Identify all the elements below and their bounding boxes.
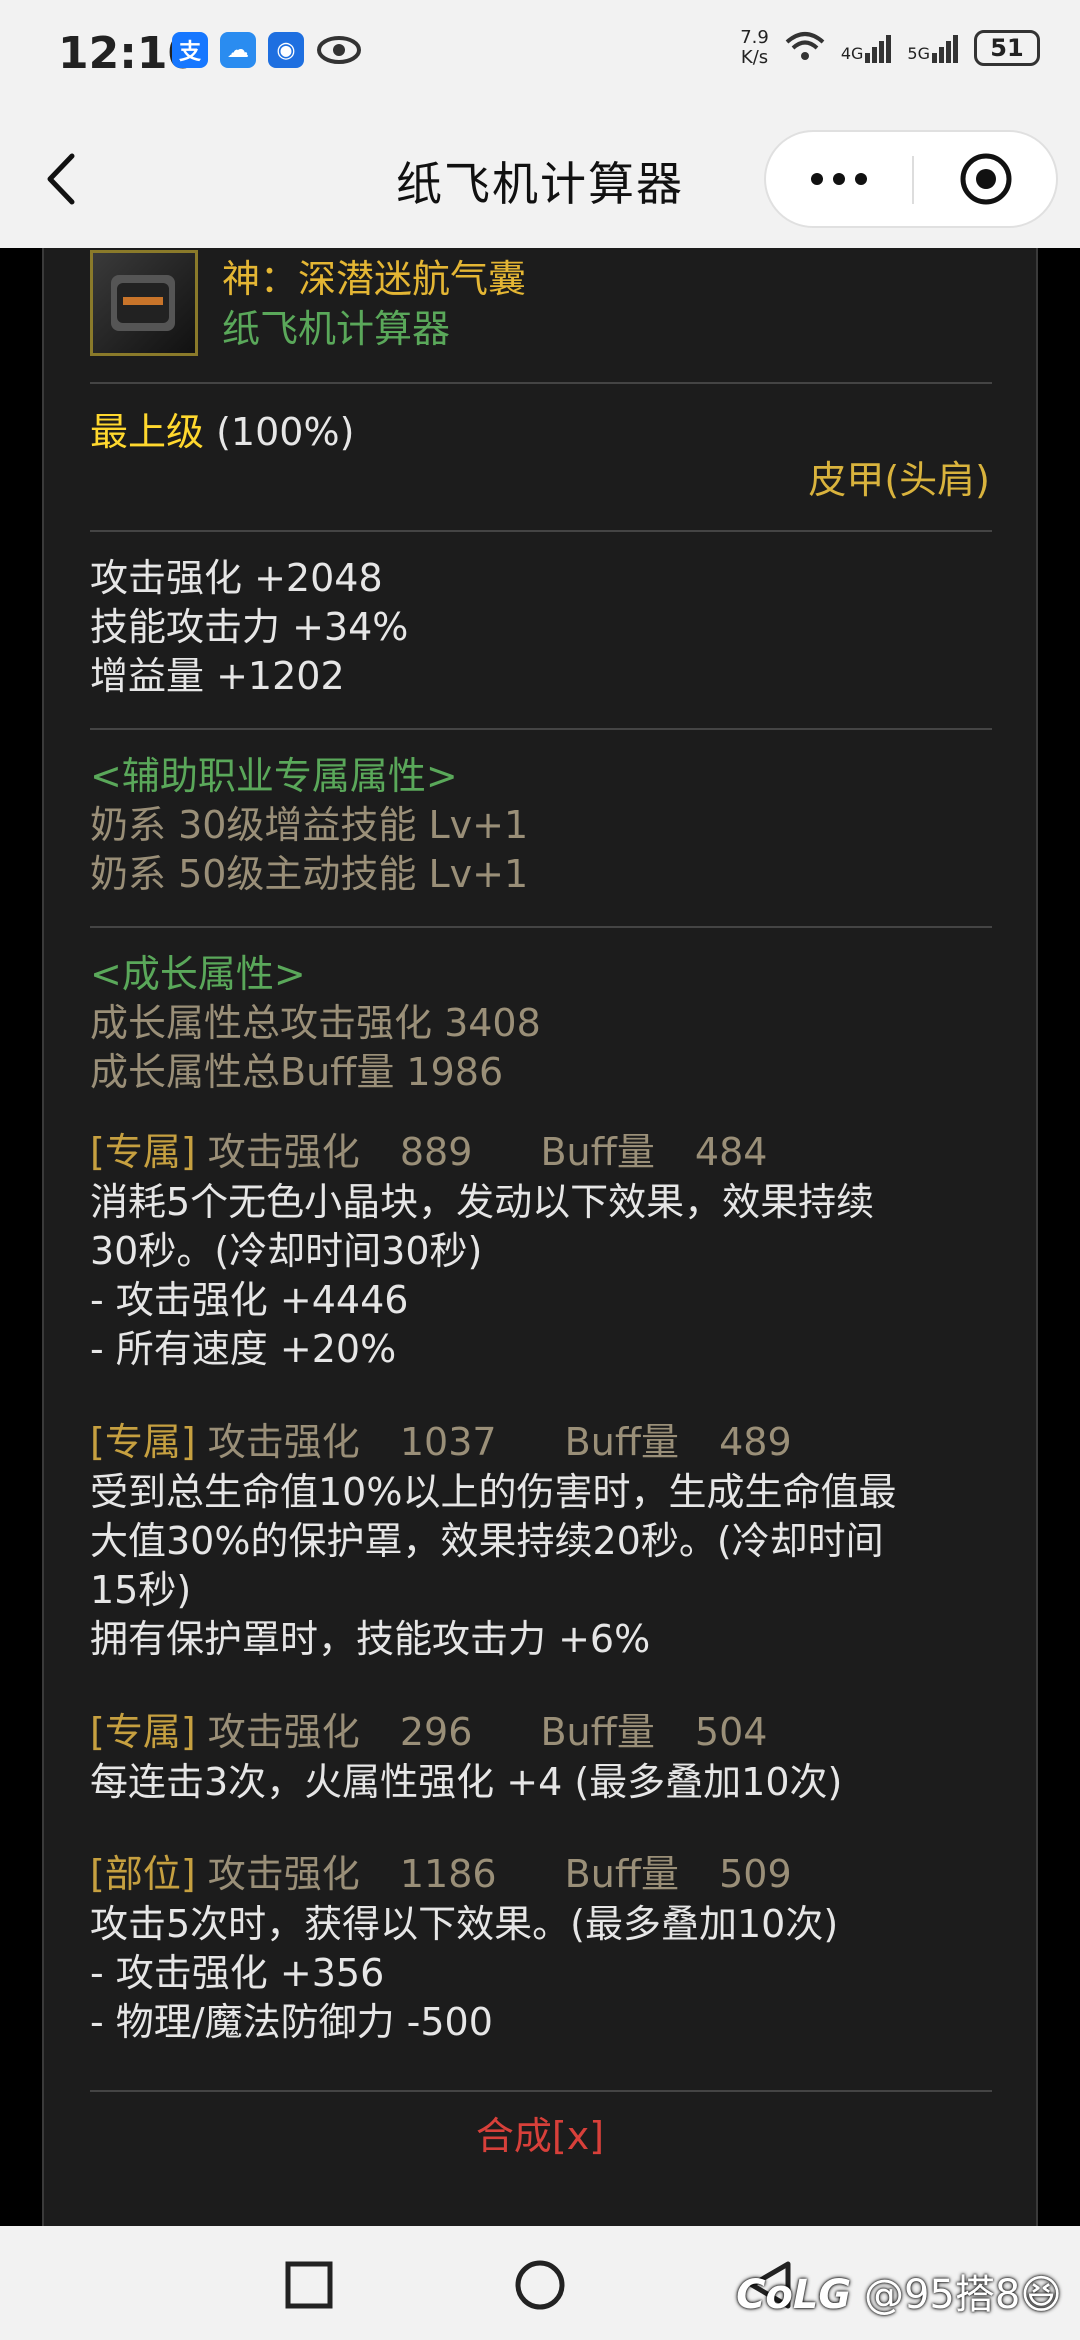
more-dots-icon [811, 173, 867, 185]
alipay-icon: 支 [172, 32, 208, 68]
option-line: - 所有速度 +20% [90, 1327, 397, 1371]
option-atk-label: 攻击强化 [207, 1130, 360, 1174]
option-tag: [专属] [90, 1710, 196, 1754]
option-atk-value: 889 [399, 1130, 473, 1174]
option-atk-value: 296 [399, 1710, 473, 1754]
item-slot: 皮甲(头肩) [808, 458, 990, 502]
signal-4g-icon: 4G [841, 33, 894, 63]
option-line: 受到总生命值10%以上的伤害时，生成生命值最 [90, 1470, 897, 1514]
divider [90, 728, 992, 730]
signal-4g-label: 4G [840, 44, 864, 63]
option-line: - 攻击强化 +356 [90, 1951, 385, 1995]
option-buff-value: 484 [694, 1130, 768, 1174]
option-line: 大值30%的保护罩，效果持续20秒。(冷却时间 [90, 1519, 884, 1563]
option-line: 消耗5个无色小晶块，发动以下效果，效果持续 [90, 1180, 875, 1224]
net-speed-value: 7.9 [740, 27, 769, 48]
divider [90, 530, 992, 532]
eye-icon [316, 32, 362, 72]
support-line: 奶系 50级主动技能 Lv+1 [90, 852, 529, 896]
title-bar: 纸飞机计算器 [0, 110, 1080, 248]
option-header: [专属] 攻击强化 296 Buff量 504 [90, 1708, 767, 1757]
option-tag: [部位] [90, 1852, 196, 1896]
notification-icons: 支 ☁ ◉ [172, 32, 362, 72]
emoji-icon: 😆 [1020, 2272, 1062, 2318]
option-line: 攻击5次时，获得以下效果。(最多叠加10次) [90, 1902, 839, 1946]
watermark: CoLG @95搭8😆 [736, 2262, 1062, 2320]
square-icon [285, 2261, 333, 2309]
net-speed: 7.9 K/s [740, 28, 769, 68]
signal-5g-icon: 5G [907, 33, 960, 63]
option-atk-value: 1186 [399, 1852, 497, 1896]
support-header: <辅助职业专属属性> [90, 754, 458, 798]
base-stat: 增益量 +1202 [90, 654, 345, 698]
weather-icon: ☁ [220, 32, 256, 68]
divider [90, 2090, 992, 2092]
battery-icon: 51 [974, 30, 1040, 66]
bulb-icon: ◉ [268, 32, 304, 68]
option-line: 每连击3次，火属性强化 +4 (最多叠加10次) [90, 1760, 843, 1804]
watermark-text: @95搭8 [863, 2272, 1021, 2318]
miniprogram-capsule [764, 130, 1058, 228]
option-atk-label: 攻击强化 [207, 1852, 360, 1896]
item-name: 神：深潜迷航气囊 [222, 257, 527, 301]
option-header: [部位] 攻击强化 1186 Buff量 509 [90, 1850, 792, 1899]
status-right: 7.9 K/s 4G 5G 51 [740, 28, 1040, 68]
grade-label: 最上级 [90, 410, 205, 454]
base-stat: 技能攻击力 +34% [90, 605, 409, 649]
option-line: - 物理/魔法防御力 -500 [90, 2000, 493, 2044]
option-buff-value: 509 [719, 1852, 792, 1896]
option-line: 拥有保护罩时，技能攻击力 +6% [90, 1617, 651, 1661]
option-tag: [专属] [90, 1130, 196, 1174]
support-line: 奶系 30级增益技能 Lv+1 [90, 803, 529, 847]
item-subtitle: 纸飞机计算器 [222, 307, 451, 351]
option-atk-value: 1037 [399, 1420, 497, 1464]
growth-total-buff: 成长属性总Buff量 1986 [90, 1050, 504, 1094]
option-buff-value: 504 [694, 1710, 768, 1754]
target-close-icon [960, 153, 1012, 205]
option-header: [专属] 攻击强化 1037 Buff量 489 [90, 1418, 792, 1467]
item-tooltip-card: 神：深潜迷航气囊 纸飞机计算器 最上级 (100%) 皮甲(头肩) 攻击强化 +… [42, 248, 1038, 2228]
growth-header: <成长属性> [90, 952, 306, 996]
close-miniprogram-button[interactable] [914, 132, 1058, 226]
divider [90, 382, 992, 384]
option-buff-label: Buff量 [564, 1852, 680, 1896]
option-line: - 攻击强化 +4446 [90, 1278, 409, 1322]
home-button[interactable] [505, 2250, 575, 2320]
option-atk-label: 攻击强化 [207, 1710, 360, 1754]
divider [90, 926, 992, 928]
system-nav-bar: CoLG @95搭8😆 [0, 2226, 1080, 2340]
item-icon [90, 250, 198, 356]
combine-link[interactable]: 合成[x] [44, 2112, 1036, 2161]
option-header: [专属] 攻击强化 889 Buff量 484 [90, 1128, 767, 1177]
status-bar: 12:10 支 ☁ ◉ 7.9 K/s 4G 5G 51 [0, 0, 1080, 110]
colg-logo: CoLG [736, 2272, 852, 2318]
wifi-icon [783, 28, 827, 68]
option-buff-value: 489 [719, 1420, 792, 1464]
more-button[interactable] [766, 132, 912, 226]
signal-5g-label: 5G [907, 44, 930, 63]
option-buff-label: Buff量 [564, 1420, 680, 1464]
grade-percent: (100%) [216, 410, 355, 454]
option-line: 30秒。(冷却时间30秒) [90, 1229, 483, 1273]
circle-icon [515, 2260, 565, 2310]
growth-total-attack: 成长属性总攻击强化 3408 [90, 1001, 541, 1045]
option-line: 15秒) [90, 1568, 192, 1612]
recents-button[interactable] [274, 2250, 344, 2320]
net-speed-unit: K/s [740, 47, 769, 68]
option-buff-label: Buff量 [540, 1130, 655, 1174]
option-buff-label: Buff量 [540, 1710, 655, 1754]
base-stat: 攻击强化 +2048 [90, 556, 383, 600]
grade-row: 最上级 (100%) [90, 408, 354, 457]
option-atk-label: 攻击强化 [207, 1420, 360, 1464]
option-tag: [专属] [90, 1420, 196, 1464]
